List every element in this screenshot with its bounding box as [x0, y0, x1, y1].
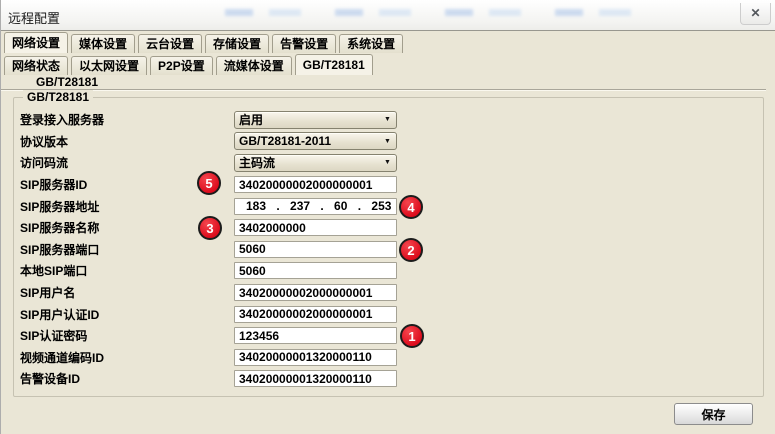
tab-streaming-settings[interactable]: 流媒体设置 — [216, 56, 292, 75]
form-row: SIP服务器ID — [14, 174, 754, 196]
form-row: 协议版本 GB/T28181-2011 ▼ — [14, 131, 754, 153]
sip-server-address-input[interactable] — [234, 198, 397, 215]
remote-config-dialog: 远程配置 ✕ 网络设置 媒体设置 云台设置 存储设置 告警设置 系统设置 网络状… — [0, 0, 775, 434]
sip-auth-password-label: SIP认证密码 — [14, 327, 234, 344]
tertiary-tabstrip: GB/T28181 — [1, 75, 766, 90]
login-access-server-select[interactable]: 启用 ▼ — [234, 111, 397, 129]
access-stream-select[interactable]: 主码流 ▼ — [234, 154, 397, 172]
form-row: 本地SIP端口 — [14, 260, 754, 282]
form-row: 登录接入服务器 启用 ▼ — [14, 109, 754, 131]
tab-p2p-settings[interactable]: P2P设置 — [150, 56, 213, 75]
groupbox-caption: GB/T28181 — [23, 90, 93, 104]
form-row: SIP服务器名称 — [14, 217, 754, 239]
primary-tabstrip: 网络设置 媒体设置 云台设置 存储设置 告警设置 系统设置 — [4, 32, 775, 53]
close-button[interactable]: ✕ — [740, 3, 771, 25]
form-row: SIP认证密码 — [14, 325, 754, 347]
form-row: 视频通道编码ID — [14, 347, 754, 369]
tab-alarm-settings[interactable]: 告警设置 — [272, 34, 336, 53]
annotation-badge-2: 2 — [399, 238, 423, 262]
gbt28181-form: 登录接入服务器 启用 ▼ 协议版本 GB/T28181-2011 ▼ 访问码流 … — [14, 109, 754, 390]
form-row: 告警设备ID — [14, 368, 754, 390]
window-title: 远程配置 — [8, 8, 60, 27]
secondary-tabstrip: 网络状态 以太网设置 P2P设置 流媒体设置 GB/T28181 — [4, 54, 775, 75]
protocol-version-label: 协议版本 — [14, 133, 234, 150]
close-icon: ✕ — [750, 6, 760, 20]
form-row: 访问码流 主码流 ▼ — [14, 152, 754, 174]
access-stream-label: 访问码流 — [14, 154, 234, 171]
video-channel-id-input[interactable] — [234, 349, 397, 366]
tabstrip-edge — [406, 52, 775, 53]
sip-user-auth-id-label: SIP用户认证ID — [14, 306, 234, 323]
tab-storage-settings[interactable]: 存储设置 — [205, 34, 269, 53]
sip-username-label: SIP用户名 — [14, 284, 234, 301]
chevron-down-icon: ▼ — [379, 138, 396, 145]
save-button[interactable]: 保存 — [674, 403, 753, 425]
annotation-badge-5: 5 — [197, 171, 221, 195]
sip-server-port-label: SIP服务器端口 — [14, 241, 234, 258]
tab-network-status[interactable]: 网络状态 — [4, 56, 68, 75]
local-sip-port-input[interactable] — [234, 262, 397, 279]
titlebar: 远程配置 ✕ — [1, 0, 775, 31]
subtab-gbt28181[interactable]: GB/T28181 — [36, 75, 98, 89]
annotation-badge-4: 4 — [399, 195, 423, 219]
chevron-down-icon: ▼ — [379, 159, 396, 166]
tab-media-settings[interactable]: 媒体设置 — [71, 34, 135, 53]
alarm-device-id-label: 告警设备ID — [14, 370, 234, 387]
chevron-down-icon: ▼ — [379, 116, 396, 123]
tab-gbt28181[interactable]: GB/T28181 — [295, 54, 373, 75]
local-sip-port-label: 本地SIP端口 — [14, 262, 234, 279]
login-access-server-label: 登录接入服务器 — [14, 111, 234, 128]
form-row: SIP用户认证ID — [14, 303, 754, 325]
form-row: SIP用户名 — [14, 282, 754, 304]
alarm-device-id-input[interactable] — [234, 370, 397, 387]
annotation-badge-1: 1 — [400, 324, 424, 348]
sip-user-auth-id-input[interactable] — [234, 306, 397, 323]
sip-server-id-input[interactable] — [234, 176, 397, 193]
tab-system-settings[interactable]: 系统设置 — [339, 34, 403, 53]
tab-ptz-settings[interactable]: 云台设置 — [138, 34, 202, 53]
tab-ethernet-settings[interactable]: 以太网设置 — [71, 56, 147, 75]
titlebar-artifact — [191, 9, 645, 16]
sip-server-port-input[interactable] — [234, 241, 397, 258]
sip-username-input[interactable] — [234, 284, 397, 301]
sip-server-name-input[interactable] — [234, 219, 397, 236]
sip-server-address-label: SIP服务器地址 — [14, 198, 234, 215]
sip-auth-password-input[interactable] — [234, 327, 397, 344]
annotation-badge-3: 3 — [198, 216, 222, 240]
protocol-version-select[interactable]: GB/T28181-2011 ▼ — [234, 132, 397, 150]
form-row: SIP服务器地址 — [14, 195, 754, 217]
form-row: SIP服务器端口 — [14, 239, 754, 261]
video-channel-id-label: 视频通道编码ID — [14, 349, 234, 366]
tab-network-settings[interactable]: 网络设置 — [4, 32, 68, 53]
